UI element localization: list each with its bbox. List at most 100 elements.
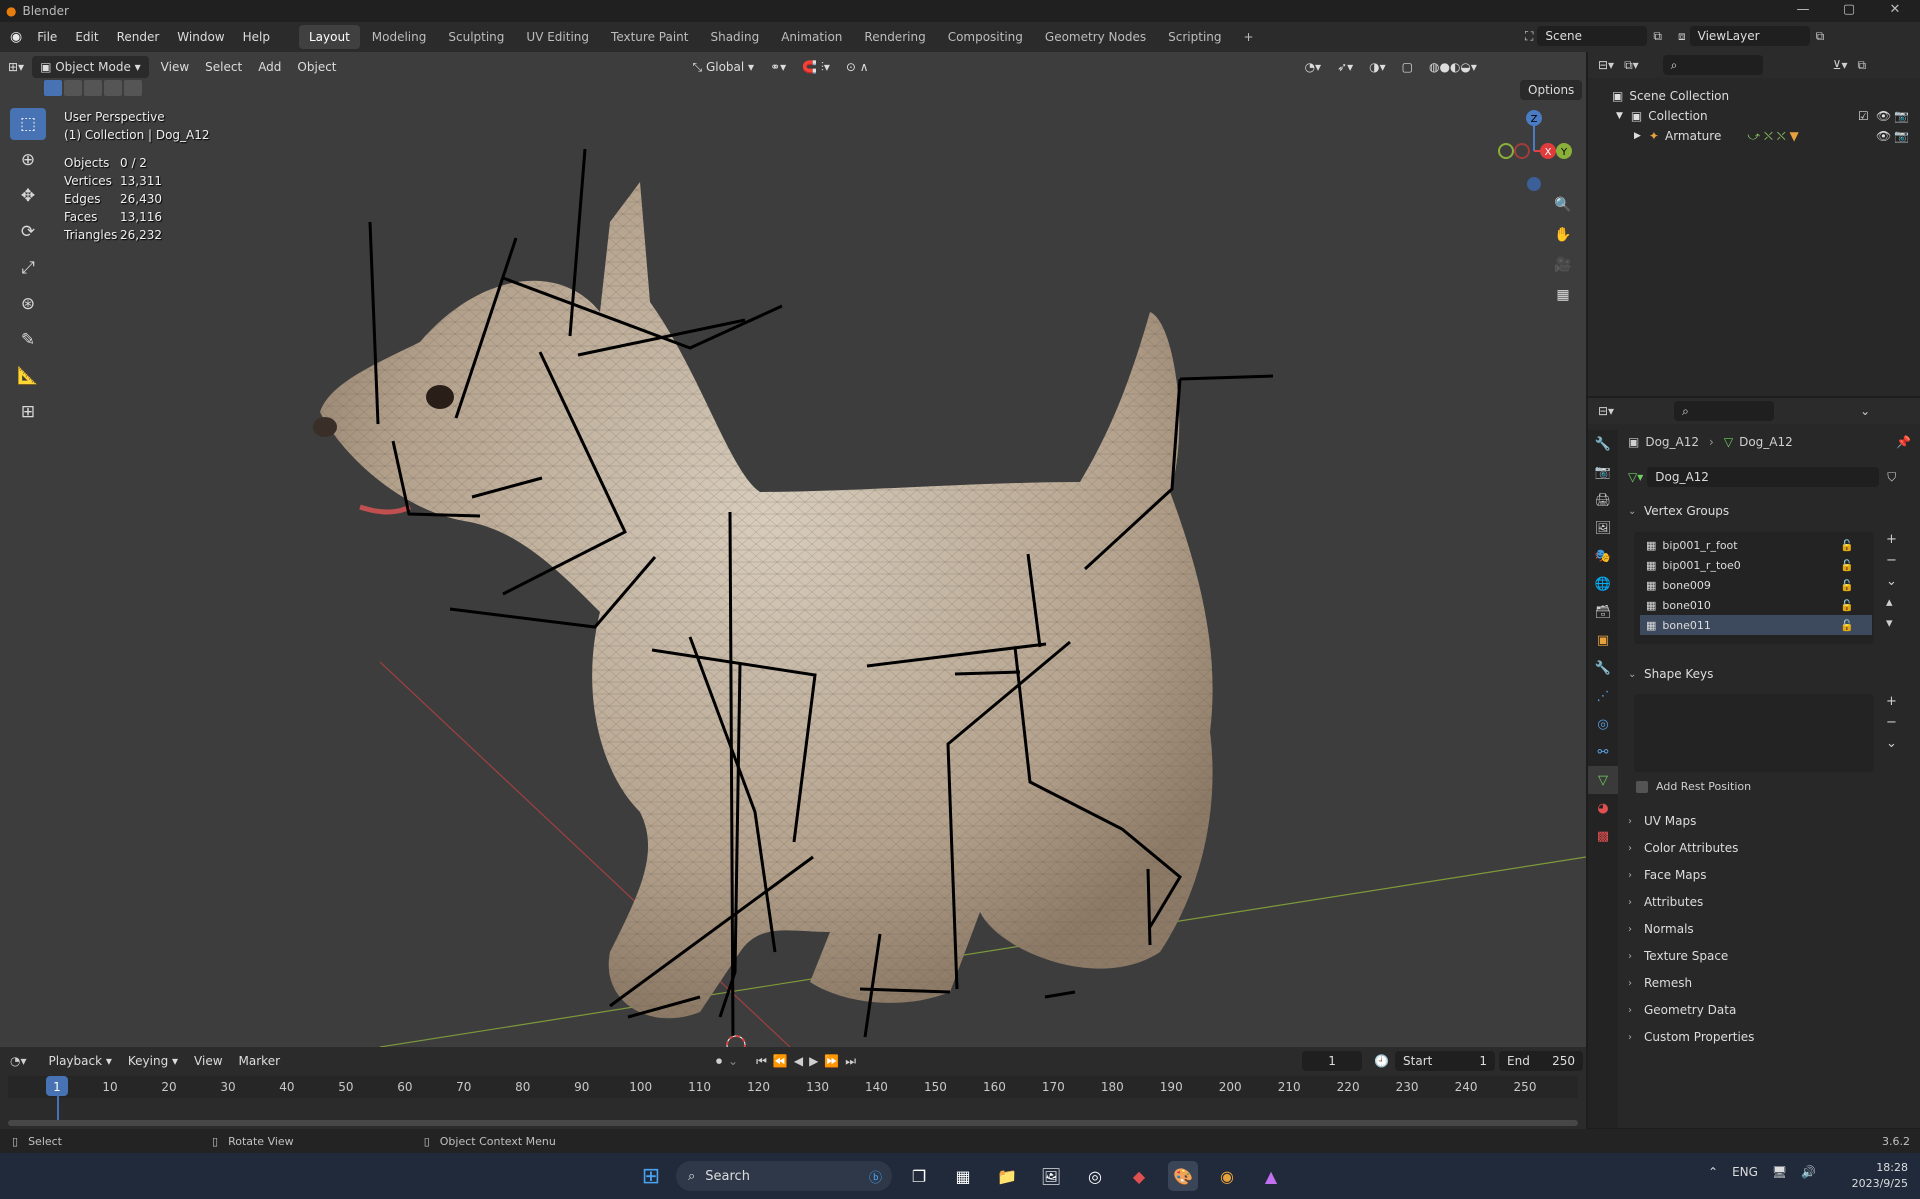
mode-selector[interactable]: ▣ Object Mode ▾ <box>32 56 149 78</box>
constraints-tab-icon[interactable]: ⚯ <box>1588 738 1618 766</box>
pivot-icon[interactable]: ⚭▾ <box>762 56 794 78</box>
affinity-app-icon[interactable]: ▲ <box>1256 1161 1286 1191</box>
language-indicator[interactable]: ENG <box>1732 1165 1758 1179</box>
gizmo-neg-y[interactable] <box>1498 143 1514 159</box>
select-intersect-icon[interactable] <box>124 80 142 96</box>
tab-shading[interactable]: Shading <box>700 25 769 49</box>
expand-arrow-icon[interactable]: ▼ <box>1616 111 1623 121</box>
move-tool-icon[interactable]: ✥ <box>10 180 46 212</box>
modifier-tab-icon[interactable]: 🔧 <box>1588 654 1618 682</box>
shading-modes-icon[interactable]: ◍●◐◒▾ <box>1421 56 1485 78</box>
mesh-name-input[interactable]: Dog_A12 <box>1647 467 1880 487</box>
select-menu[interactable]: Select <box>197 56 250 78</box>
menu-help[interactable]: Help <box>234 22 279 52</box>
blender-taskbar-icon[interactable]: ◉ <box>1212 1161 1242 1191</box>
xray-icon[interactable]: ▢ <box>1394 56 1421 78</box>
tab-uv-editing[interactable]: UV Editing <box>516 25 599 49</box>
tray-chevron-icon[interactable]: ⌃ <box>1708 1165 1718 1179</box>
physics-tab-icon[interactable]: ◎ <box>1588 710 1618 738</box>
taskbar-search[interactable]: ⌕ Search ⓑ <box>676 1161 892 1191</box>
particles-tab-icon[interactable]: ⋰ <box>1588 682 1618 710</box>
new-view-layer-icon[interactable]: ⧉ <box>1816 29 1825 44</box>
preview-range-clock-icon[interactable]: 🕘 <box>1374 1054 1389 1068</box>
add-menu[interactable]: Add <box>250 56 289 78</box>
timeline-editor-icon[interactable]: ◔▾ <box>10 1054 27 1068</box>
cursor-tool-icon[interactable]: ⊕ <box>10 144 46 176</box>
properties-search-input[interactable]: ⌕ <box>1674 401 1775 421</box>
snap-icon[interactable]: 🧲 ⫶▾ <box>794 56 838 78</box>
gizmo-toggle-icon[interactable]: ➶▾ <box>1329 56 1361 78</box>
collection-tab-icon[interactable]: 🗃 <box>1588 598 1618 626</box>
jump-keyframe-forward-icon[interactable]: ⏩ <box>824 1054 839 1068</box>
tab-geometry-nodes[interactable]: Geometry Nodes <box>1035 25 1156 49</box>
annotate-tool-icon[interactable]: ✎ <box>10 324 46 356</box>
view-layer-selector[interactable]: ViewLayer <box>1689 26 1810 46</box>
shape-keys-header[interactable]: ⌄ Shape Keys <box>1628 663 1908 685</box>
move-down-icon[interactable]: ▾ <box>1886 616 1897 631</box>
render-camera-icon[interactable]: 📷 <box>1894 109 1909 123</box>
scene-tab-icon[interactable]: 🎭 <box>1588 542 1618 570</box>
app-icon[interactable]: ◆ <box>1124 1161 1154 1191</box>
color-attributes-panel[interactable]: › Color Attributes <box>1628 837 1908 859</box>
tab-texture-paint[interactable]: Texture Paint <box>601 25 698 49</box>
file-explorer-icon[interactable]: 📁 <box>992 1161 1022 1191</box>
material-tab-icon[interactable]: ◕ <box>1588 794 1618 822</box>
proportional-edit-icon[interactable]: ⊙ ∧ <box>838 56 877 78</box>
network-icon[interactable]: 🖥 <box>1772 1165 1787 1179</box>
new-scene-icon[interactable]: ⧉ <box>1653 29 1662 44</box>
outliner-armature[interactable]: ▶ ✦ Armature ⤻ ⛌ ⛌ ▼ 👁 📷 <box>1588 126 1920 146</box>
tab-layout[interactable]: Layout <box>298 25 360 49</box>
view-layer-tab-icon[interactable]: 🖼 <box>1588 514 1618 542</box>
remove-shape-key-icon[interactable]: − <box>1886 715 1897 730</box>
filter-icon[interactable]: ⊻▾ <box>1833 58 1848 72</box>
select-invert-icon[interactable] <box>104 80 122 96</box>
widgets-icon[interactable]: ▦ <box>948 1161 978 1191</box>
add-rest-position-checkbox[interactable] <box>1636 780 1648 793</box>
lock-icon[interactable]: 🔓 <box>1840 539 1854 552</box>
data-tab-icon[interactable]: ▽ <box>1588 766 1618 794</box>
lock-icon[interactable]: 🔓 <box>1840 559 1854 572</box>
shape-key-specials-icon[interactable]: ⌄ <box>1886 736 1897 751</box>
outliner-search-input[interactable]: ⌕ <box>1662 55 1763 75</box>
pan-hand-icon[interactable]: ✋ <box>1550 222 1576 248</box>
gizmo-neg-z[interactable] <box>1527 177 1541 191</box>
lock-icon[interactable]: 🔓 <box>1840 599 1854 612</box>
view-layer-icon[interactable]: ⧈ <box>1678 29 1686 44</box>
vertex-group-item[interactable]: ▦ bip001_r_foot 🔓 <box>1640 535 1872 555</box>
auto-keying-record-icon[interactable]: ⏺ <box>716 1054 722 1069</box>
gizmo-neg-x[interactable] <box>1514 143 1530 159</box>
3d-cursor[interactable] <box>726 1035 746 1047</box>
move-up-icon[interactable]: ▴ <box>1886 595 1897 610</box>
display-mode-icon[interactable]: ⧉▾ <box>1624 58 1639 73</box>
render-tab-icon[interactable]: 📷 <box>1588 458 1618 486</box>
keying-menu[interactable]: Keying ▾ <box>120 1050 186 1072</box>
select-new-icon[interactable] <box>44 80 62 96</box>
tab-sculpting[interactable]: Sculpting <box>438 25 514 49</box>
minimize-button[interactable]: — <box>1780 0 1826 22</box>
transform-orientation[interactable]: ⤡ Global ▾ <box>685 56 763 78</box>
transform-tool-icon[interactable]: ⊛ <box>10 288 46 320</box>
visibility-eye-icon[interactable]: 👁 <box>1876 109 1891 123</box>
menu-file[interactable]: File <box>28 22 66 52</box>
remove-vertex-group-icon[interactable]: − <box>1886 553 1897 568</box>
vertex-group-item[interactable]: ▦ bip001_r_toe0 🔓 <box>1640 555 1872 575</box>
armature-data-icons[interactable]: ⤻ ⛌ ⛌ ▼ <box>1747 129 1798 144</box>
vertex-groups-header[interactable]: ⌄ Vertex Groups <box>1628 500 1908 522</box>
texture-tab-icon[interactable]: ▩ <box>1588 822 1618 850</box>
texture-space-panel[interactable]: › Texture Space <box>1628 945 1908 967</box>
normals-panel[interactable]: › Normals <box>1628 918 1908 940</box>
add-cube-tool-icon[interactable]: ⊞ <box>10 396 46 428</box>
tab-scripting[interactable]: Scripting <box>1158 25 1231 49</box>
volume-icon[interactable]: 🔊 <box>1801 1165 1816 1179</box>
vertex-group-item-selected[interactable]: ▦ bone011 🔓 <box>1640 615 1872 635</box>
jump-start-icon[interactable]: ⏮ <box>756 1054 767 1069</box>
shape-keys-list[interactable] <box>1634 694 1874 772</box>
tab-animation[interactable]: Animation <box>771 25 852 49</box>
options-button[interactable]: Options <box>1520 80 1583 100</box>
custom-properties-panel[interactable]: › Custom Properties <box>1628 1026 1908 1048</box>
expand-arrow-icon[interactable]: ▶ <box>1634 131 1641 141</box>
marker-menu[interactable]: Marker <box>231 1050 288 1072</box>
jump-keyframe-back-icon[interactable]: ⏪ <box>773 1054 788 1068</box>
dropdown-chevron-icon[interactable]: ⌄ <box>1860 404 1870 418</box>
task-view-icon[interactable]: ❐ <box>904 1161 934 1191</box>
